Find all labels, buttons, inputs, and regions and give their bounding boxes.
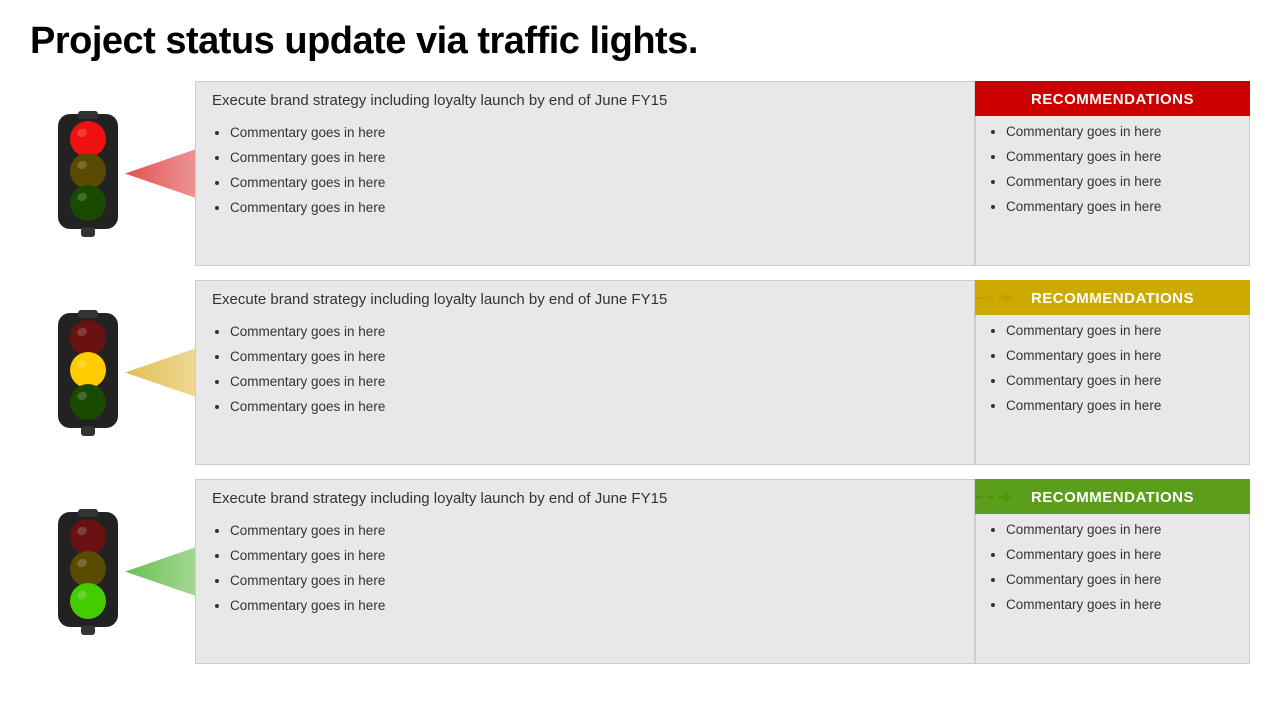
- rec-bullet-red-0: Commentary goes in here: [1006, 120, 1237, 145]
- page: Project status update via traffic lights…: [0, 0, 1280, 720]
- traffic-light-area-green: [30, 479, 145, 664]
- rec-box-green: RECOMMENDATIONS Commentary goes in hereC…: [975, 479, 1250, 664]
- rec-bullet-green-1: Commentary goes in here: [1006, 543, 1237, 568]
- bullet-green-1: Commentary goes in here: [230, 544, 958, 569]
- rec-box-red: RECOMMENDATIONS Commentary goes in hereC…: [975, 81, 1250, 266]
- traffic-light-green: [48, 507, 128, 637]
- content-bullets-red: Commentary goes in hereCommentary goes i…: [196, 117, 974, 265]
- dashed-line-red: [976, 98, 1004, 100]
- rec-bullets-red: Commentary goes in hereCommentary goes i…: [975, 116, 1250, 266]
- dashed-line-yellow: [976, 297, 1004, 299]
- bullet-yellow-1: Commentary goes in here: [230, 345, 958, 370]
- rec-header-yellow: RECOMMENDATIONS: [975, 280, 1250, 315]
- traffic-light-red: [48, 109, 128, 239]
- arrow-head-green: [1004, 492, 1012, 502]
- rec-bullet-yellow-2: Commentary goes in here: [1006, 369, 1237, 394]
- bullet-green-2: Commentary goes in here: [230, 569, 958, 594]
- traffic-row-red: Execute brand strategy including loyalty…: [30, 81, 1250, 266]
- content-box-red: Execute brand strategy including loyalty…: [195, 81, 975, 266]
- rec-bullets-green: Commentary goes in hereCommentary goes i…: [975, 514, 1250, 664]
- bullet-yellow-3: Commentary goes in here: [230, 395, 958, 420]
- page-title: Project status update via traffic lights…: [30, 20, 1250, 63]
- dashed-line-green: [976, 496, 1004, 498]
- traffic-row-green: Execute brand strategy including loyalty…: [30, 479, 1250, 664]
- traffic-light-area-yellow: [30, 280, 145, 465]
- rec-header-red: RECOMMENDATIONS: [975, 81, 1250, 116]
- bullet-green-3: Commentary goes in here: [230, 594, 958, 619]
- traffic-light-area-red: [30, 81, 145, 266]
- bullet-green-0: Commentary goes in here: [230, 519, 958, 544]
- bullet-red-3: Commentary goes in here: [230, 196, 958, 221]
- bullet-red-0: Commentary goes in here: [230, 121, 958, 146]
- rec-bullet-yellow-1: Commentary goes in here: [1006, 344, 1237, 369]
- content-box-yellow: Execute brand strategy including loyalty…: [195, 280, 975, 465]
- arrow-line-green: [976, 492, 1012, 502]
- arrow-line-yellow: [976, 293, 1012, 303]
- rec-bullet-yellow-3: Commentary goes in here: [1006, 394, 1237, 419]
- arrow-head-yellow: [1004, 293, 1012, 303]
- arrow-line-red: [976, 94, 1012, 104]
- bullet-red-2: Commentary goes in here: [230, 171, 958, 196]
- rec-bullet-red-2: Commentary goes in here: [1006, 170, 1237, 195]
- rec-header-green: RECOMMENDATIONS: [975, 479, 1250, 514]
- rows-container: Execute brand strategy including loyalty…: [30, 81, 1250, 700]
- content-header-green: Execute brand strategy including loyalty…: [196, 480, 974, 515]
- content-box-green: Execute brand strategy including loyalty…: [195, 479, 975, 664]
- content-header-yellow: Execute brand strategy including loyalty…: [196, 281, 974, 316]
- rec-bullet-yellow-0: Commentary goes in here: [1006, 319, 1237, 344]
- rec-bullet-green-2: Commentary goes in here: [1006, 568, 1237, 593]
- rec-box-yellow: RECOMMENDATIONS Commentary goes in hereC…: [975, 280, 1250, 465]
- rec-bullets-yellow: Commentary goes in hereCommentary goes i…: [975, 315, 1250, 465]
- arrow-head-red: [1004, 94, 1012, 104]
- content-bullets-green: Commentary goes in hereCommentary goes i…: [196, 515, 974, 663]
- content-header-red: Execute brand strategy including loyalty…: [196, 82, 974, 117]
- rec-bullet-red-3: Commentary goes in here: [1006, 195, 1237, 220]
- rec-bullet-green-3: Commentary goes in here: [1006, 593, 1237, 618]
- rec-bullet-red-1: Commentary goes in here: [1006, 145, 1237, 170]
- traffic-row-yellow: Execute brand strategy including loyalty…: [30, 280, 1250, 465]
- content-bullets-yellow: Commentary goes in hereCommentary goes i…: [196, 316, 974, 464]
- rec-bullet-green-0: Commentary goes in here: [1006, 518, 1237, 543]
- bullet-yellow-0: Commentary goes in here: [230, 320, 958, 345]
- traffic-light-yellow: [48, 308, 128, 438]
- bullet-red-1: Commentary goes in here: [230, 146, 958, 171]
- bullet-yellow-2: Commentary goes in here: [230, 370, 958, 395]
